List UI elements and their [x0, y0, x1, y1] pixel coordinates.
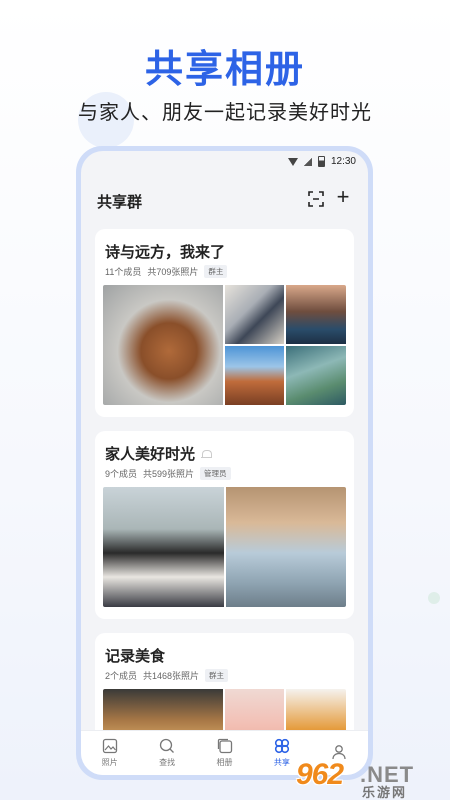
status-time: 12:30	[330, 156, 356, 167]
scan-icon[interactable]	[308, 191, 324, 207]
group-list: 诗与远方，我来了 11个成员 共709张照片 群主 家人美好时光 9个成员 共5…	[81, 225, 368, 731]
promo-subheadline: 与家人、朋友一起记录美好时光	[78, 102, 372, 124]
group-meta: 2个成员 共1468张照片 群主	[105, 669, 229, 682]
photo-count: 共599张照片	[143, 469, 195, 479]
member-count: 9个成员	[105, 469, 138, 479]
group-meta: 9个成员 共599张照片 管理员	[105, 467, 231, 480]
tab-photos[interactable]: 照片	[81, 731, 138, 775]
member-count: 11个成员	[105, 267, 142, 277]
battery-icon	[317, 156, 325, 167]
photo-icon	[102, 738, 117, 754]
photo-thumbnail[interactable]	[224, 689, 285, 731]
group-card[interactable]: 家人美好时光 9个成员 共599张照片 管理员	[95, 431, 354, 619]
add-button[interactable]: +	[332, 186, 354, 209]
title-bar: 共享群 +	[81, 186, 368, 217]
photo-count: 共1468张照片	[143, 671, 200, 681]
status-bar: 12:30	[81, 151, 368, 173]
site-watermark: 962 .NET 乐游网	[296, 758, 444, 800]
photo-thumbnail[interactable]	[225, 487, 346, 607]
photo-thumbnail[interactable]	[224, 285, 285, 344]
watermark-number: 962	[296, 758, 344, 791]
tab-search[interactable]: 查找	[138, 731, 195, 775]
photo-thumbnail[interactable]	[103, 689, 223, 731]
member-count: 2个成员	[105, 671, 138, 681]
group-title: 记录美食	[105, 648, 166, 665]
group-title: 诗与远方，我来了	[105, 244, 226, 261]
group-card[interactable]: 诗与远方，我来了 11个成员 共709张照片 群主	[95, 229, 354, 417]
photo-grid	[103, 487, 346, 607]
share-icon	[274, 738, 290, 754]
photo-thumbnail[interactable]	[103, 487, 224, 607]
photo-thumbnail[interactable]	[286, 689, 346, 731]
decorative-dot	[428, 592, 440, 604]
group-card[interactable]: 记录美食 2个成员 共1468张照片 群主	[95, 633, 354, 731]
role-badge: 群主	[204, 265, 228, 278]
tab-albums[interactable]: 相册	[196, 731, 253, 775]
promo-headline: 共享相册	[144, 49, 305, 91]
watermark-site: 乐游网	[362, 785, 408, 800]
page-title: 共享群	[97, 194, 143, 211]
signal-icon	[303, 157, 312, 166]
photo-count: 共709张照片	[147, 267, 199, 277]
photo-thumbnail[interactable]	[224, 346, 285, 405]
photo-grid	[103, 689, 346, 731]
photo-thumbnail[interactable]	[103, 285, 223, 405]
album-icon	[217, 738, 232, 754]
role-badge: 管理员	[200, 467, 231, 480]
search-icon	[159, 738, 175, 753]
photo-thumbnail[interactable]	[286, 346, 346, 405]
group-title: 家人美好时光	[105, 443, 213, 464]
group-meta: 11个成员 共709张照片 群主	[105, 265, 228, 278]
muted-bell-icon	[201, 449, 213, 459]
phone-frame: 12:30 共享群 + 诗与远方，我来了 11个成员 共709张照片 群主 家人…	[76, 146, 373, 780]
wifi-icon	[287, 157, 298, 166]
phone-screen: 12:30 共享群 + 诗与远方，我来了 11个成员 共709张照片 群主 家人…	[81, 151, 368, 775]
role-badge: 群主	[205, 669, 229, 682]
photo-grid	[103, 285, 346, 405]
photo-thumbnail[interactable]	[286, 285, 346, 344]
